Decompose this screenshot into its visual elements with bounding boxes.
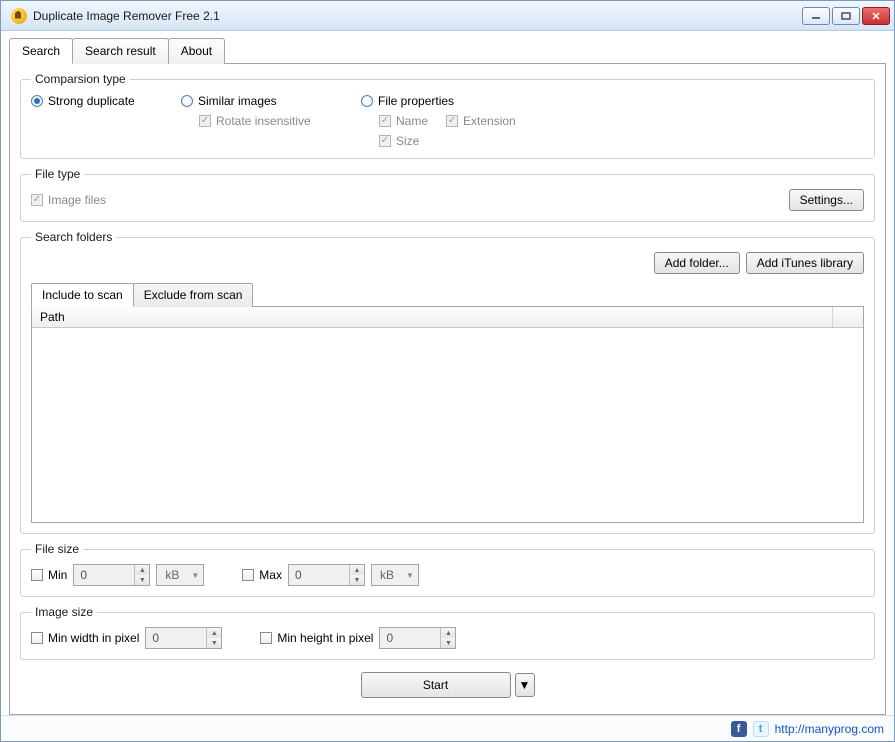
search-folders-group: Search folders Add folder... Add iTunes … bbox=[20, 230, 875, 534]
comparison-type-group: Comparsion type Strong duplicate Similar… bbox=[20, 72, 875, 159]
folder-grid[interactable]: Path bbox=[31, 306, 864, 523]
min-size-unit[interactable]: kB▼ bbox=[156, 564, 204, 586]
check-size: Size bbox=[379, 134, 864, 148]
subtab-exclude[interactable]: Exclude from scan bbox=[133, 283, 254, 307]
twitter-icon[interactable]: t bbox=[753, 721, 769, 737]
image-size-group: Image size Min width in pixel ▲▼ Min hei… bbox=[20, 605, 875, 660]
chevron-down-icon: ▼ bbox=[406, 571, 414, 580]
min-size-spinner[interactable]: ▲▼ bbox=[73, 564, 150, 586]
add-folder-button[interactable]: Add folder... bbox=[654, 252, 740, 274]
down-icon[interactable]: ▼ bbox=[441, 638, 455, 648]
check-image-files: Image files bbox=[31, 193, 106, 207]
radio-file-properties[interactable]: File properties bbox=[361, 94, 864, 108]
tab-search-result[interactable]: Search result bbox=[72, 38, 169, 64]
minimize-button[interactable] bbox=[802, 7, 830, 25]
radio-strong-duplicate[interactable]: Strong duplicate bbox=[31, 94, 181, 108]
radio-similar-images[interactable]: Similar images bbox=[181, 94, 361, 108]
check-min-width[interactable]: Min width in pixel bbox=[31, 631, 139, 645]
tab-search[interactable]: Search bbox=[9, 38, 73, 64]
up-icon[interactable]: ▲ bbox=[207, 628, 221, 638]
min-height-spinner[interactable]: ▲▼ bbox=[379, 627, 456, 649]
up-icon[interactable]: ▲ bbox=[135, 565, 149, 575]
main-tabs: Search Search result About bbox=[9, 37, 886, 63]
statusbar: f t http://manyprog.com bbox=[1, 715, 894, 741]
down-icon[interactable]: ▼ bbox=[350, 575, 364, 585]
imagesize-legend: Image size bbox=[31, 605, 97, 619]
search-pane: Comparsion type Strong duplicate Similar… bbox=[9, 63, 886, 715]
maximize-button[interactable] bbox=[832, 7, 860, 25]
filetype-legend: File type bbox=[31, 167, 84, 181]
search-folders-legend: Search folders bbox=[31, 230, 116, 244]
start-button[interactable]: Start bbox=[361, 672, 511, 698]
max-size-input[interactable] bbox=[289, 565, 349, 585]
check-rotate-insensitive: Rotate insensitive bbox=[199, 114, 361, 128]
window-title: Duplicate Image Remover Free 2.1 bbox=[33, 9, 802, 23]
app-window: Duplicate Image Remover Free 2.1 Search … bbox=[0, 0, 895, 742]
check-name: Name bbox=[379, 114, 428, 128]
close-button[interactable] bbox=[862, 7, 890, 25]
start-dropdown-button[interactable]: ▼ bbox=[515, 673, 535, 697]
settings-button[interactable]: Settings... bbox=[789, 189, 864, 211]
filesize-legend: File size bbox=[31, 542, 83, 556]
check-min-size[interactable]: Min bbox=[31, 568, 67, 582]
website-link[interactable]: http://manyprog.com bbox=[775, 722, 884, 736]
folder-grid-body[interactable] bbox=[32, 328, 863, 522]
subtab-include[interactable]: Include to scan bbox=[31, 283, 134, 307]
tab-about[interactable]: About bbox=[168, 38, 225, 64]
col-path[interactable]: Path bbox=[32, 307, 833, 327]
chevron-down-icon: ▼ bbox=[519, 678, 531, 692]
file-type-group: File type Image files Settings... bbox=[20, 167, 875, 222]
check-max-size[interactable]: Max bbox=[242, 568, 282, 582]
titlebar[interactable]: Duplicate Image Remover Free 2.1 bbox=[1, 1, 894, 31]
min-width-input[interactable] bbox=[146, 628, 206, 648]
down-icon[interactable]: ▼ bbox=[207, 638, 221, 648]
chevron-down-icon: ▼ bbox=[191, 571, 199, 580]
min-height-input[interactable] bbox=[380, 628, 440, 648]
max-size-spinner[interactable]: ▲▼ bbox=[288, 564, 365, 586]
up-icon[interactable]: ▲ bbox=[350, 565, 364, 575]
col-spacer bbox=[833, 307, 863, 327]
comparison-legend: Comparsion type bbox=[31, 72, 130, 86]
add-itunes-button[interactable]: Add iTunes library bbox=[746, 252, 864, 274]
facebook-icon[interactable]: f bbox=[731, 721, 747, 737]
up-icon[interactable]: ▲ bbox=[441, 628, 455, 638]
min-width-spinner[interactable]: ▲▼ bbox=[145, 627, 222, 649]
check-extension: Extension bbox=[446, 114, 516, 128]
min-size-input[interactable] bbox=[74, 565, 134, 585]
check-min-height[interactable]: Min height in pixel bbox=[260, 631, 373, 645]
down-icon[interactable]: ▼ bbox=[135, 575, 149, 585]
max-size-unit[interactable]: kB▼ bbox=[371, 564, 419, 586]
file-size-group: File size Min ▲▼ kB▼ Max ▲▼ kB▼ bbox=[20, 542, 875, 597]
app-icon bbox=[11, 8, 27, 24]
